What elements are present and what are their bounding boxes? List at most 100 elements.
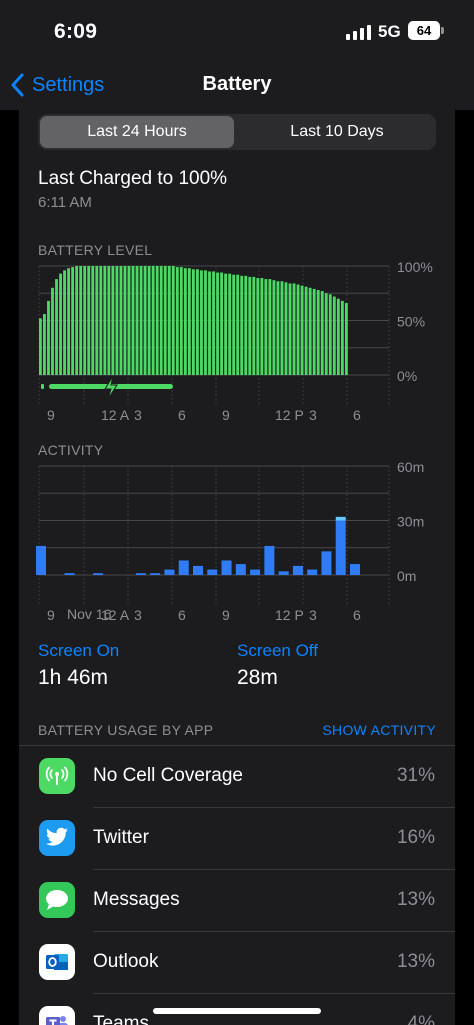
battery-level-bar <box>224 273 228 375</box>
battery-level-bar <box>55 279 58 375</box>
app-row-twitter[interactable]: Twitter 16% <box>19 808 455 870</box>
app-row-outlook[interactable]: Outlook 13% <box>19 932 455 994</box>
tab-last-24-hours[interactable]: Last 24 Hours <box>40 116 234 148</box>
battery-level-bar <box>163 266 167 375</box>
show-activity-button[interactable]: SHOW ACTIVITY <box>322 722 436 738</box>
battery-level-bar <box>288 283 292 375</box>
battery-level-bar <box>280 281 284 375</box>
x-tick-label: 6 <box>178 607 186 623</box>
screen-on-bar <box>178 560 189 575</box>
battery-level-bar <box>244 275 248 375</box>
page-title: Battery <box>202 73 272 95</box>
battery-level-bar <box>171 266 175 375</box>
battery-level-bar <box>135 266 139 375</box>
x-tick-label: 6 <box>178 407 186 423</box>
battery-level-bar <box>328 294 332 375</box>
battery-level-bar <box>220 272 223 375</box>
battery-level-bar <box>75 266 79 375</box>
y-tick-label: 0% <box>397 368 417 384</box>
twitter-bird-icon <box>39 820 75 856</box>
battery-level-bar <box>131 266 135 375</box>
battery-level-bar <box>272 280 276 375</box>
cellular-signal-icon <box>346 24 371 40</box>
outlook-icon <box>39 944 75 980</box>
app-percent: 4% <box>407 1013 435 1025</box>
battery-level-bar <box>83 266 87 375</box>
app-name: Messages <box>93 889 180 910</box>
battery-level-bar <box>187 268 191 375</box>
battery-level-bar <box>200 270 203 375</box>
status-bar: 6:09 5G 64 <box>0 0 474 60</box>
battery-level-bar <box>39 318 42 375</box>
screen-off-label: Screen Off <box>237 641 318 660</box>
battery-level-bar <box>212 271 215 375</box>
battery-level-bar <box>344 303 348 375</box>
app-percent: 13% <box>396 889 435 910</box>
screen-on-bar <box>221 560 232 575</box>
last-charged-time: 6:11 AM <box>38 194 92 211</box>
screen-on-bar <box>135 573 146 575</box>
battery-level-bar <box>123 266 127 375</box>
x-tick-label: 3 <box>134 607 142 623</box>
screen-on-bar <box>207 569 218 575</box>
x-tick-label: 12 A <box>101 407 130 423</box>
x-tick-label: 12 P <box>275 607 304 623</box>
battery-level-bar <box>268 279 272 375</box>
battery-level-bar <box>103 266 107 375</box>
screen-on-bar <box>64 573 75 575</box>
screen-on-bar <box>93 573 104 575</box>
battery-level-bar <box>316 289 320 375</box>
y-tick-label: 30m <box>397 514 424 530</box>
app-row-no-cell-coverage[interactable]: No Cell Coverage 31% <box>19 746 455 808</box>
battery-content: Last 24 Hours Last 10 Days Last Charged … <box>19 110 455 1025</box>
y-tick-label: 100% <box>397 260 433 275</box>
app-name: Twitter <box>93 827 149 848</box>
time-range-segmented-control: Last 24 Hours Last 10 Days <box>38 114 436 150</box>
battery-level-bar <box>67 268 71 375</box>
battery-level-bar <box>191 269 195 375</box>
app-row-messages[interactable]: Messages 13% <box>19 870 455 932</box>
app-percent: 13% <box>396 951 435 972</box>
battery-level-bar <box>119 266 123 375</box>
screen-on-bar <box>307 569 318 575</box>
battery-level-bar <box>147 266 151 375</box>
status-time: 6:09 <box>54 20 98 43</box>
x-tick-label: 9 <box>222 407 230 423</box>
battery-level-bar <box>179 267 183 375</box>
battery-nub <box>441 27 444 34</box>
y-tick-label: 0m <box>397 568 416 584</box>
battery-level-chart: 9 12 A 3 6 9 12 P36 100%50%0% <box>38 260 433 423</box>
battery-level-bar <box>336 298 340 375</box>
x-tick-label: 3 <box>309 607 317 623</box>
battery-level-bar <box>95 266 99 375</box>
y-tick-label: 60m <box>397 460 424 475</box>
screen-off-bar <box>335 516 346 521</box>
battery-level-bar <box>204 270 207 375</box>
x-tick-label: 12 P <box>275 407 304 423</box>
battery-level-bar <box>91 266 95 375</box>
tab-last-10-days[interactable]: Last 10 Days <box>240 116 434 148</box>
battery-level-bar <box>175 267 179 375</box>
battery-level-bar <box>252 276 256 375</box>
battery-level-bar <box>196 269 199 375</box>
battery-level-bar <box>151 266 155 375</box>
battery-level-bar <box>284 282 288 375</box>
battery-level-bar <box>312 288 316 375</box>
screen-off-value: 28m <box>237 666 278 689</box>
battery-level-bar <box>228 273 232 375</box>
message-bubble-icon <box>39 882 75 918</box>
battery-level-label: BATTERY LEVEL <box>38 242 153 258</box>
usage-title: BATTERY USAGE BY APP <box>38 722 214 738</box>
charging-bolt-icon <box>104 375 118 400</box>
screen-on-bar <box>292 565 303 575</box>
battery-level-bar <box>232 274 236 375</box>
x-tick-label: 6 <box>353 407 361 423</box>
app-percent: 31% <box>396 765 435 786</box>
x-tick-label: 3 <box>134 407 142 423</box>
battery-level-bar <box>107 266 111 375</box>
battery-level-bar <box>332 296 336 375</box>
x-tick-label: 9 <box>222 607 230 623</box>
battery-level-bar <box>47 300 50 375</box>
screen-on-bar <box>150 573 161 575</box>
screen-on-value: 1h 46m <box>38 666 109 689</box>
